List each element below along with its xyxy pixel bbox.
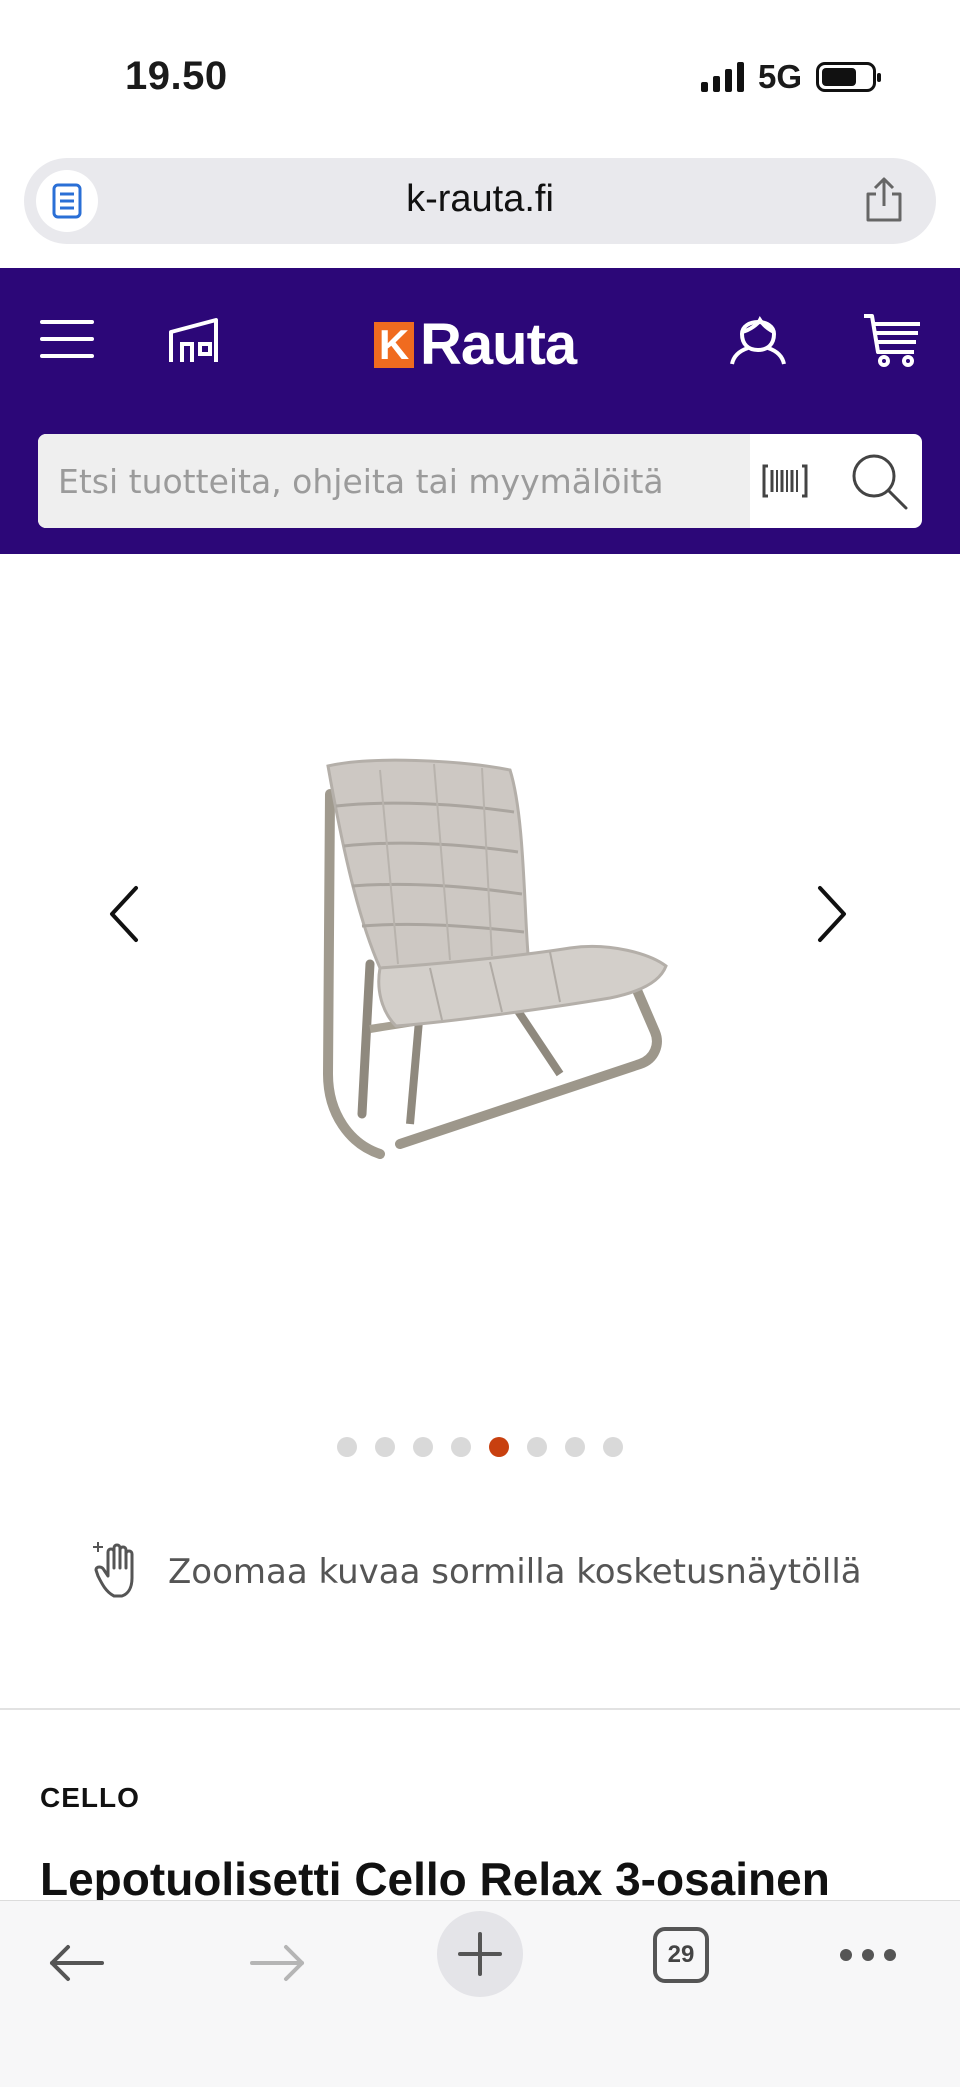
- search-bar: [38, 434, 922, 528]
- chevron-right-icon[interactable]: [816, 884, 848, 949]
- section-divider: [0, 1708, 960, 1710]
- gallery-dot[interactable]: [451, 1437, 471, 1457]
- more-menu-icon[interactable]: [840, 1949, 896, 1961]
- gallery-dot[interactable]: [337, 1437, 357, 1457]
- network-label: 5G: [757, 58, 802, 95]
- search-icon[interactable]: [850, 452, 910, 517]
- url-bar[interactable]: k-rauta.fi: [24, 158, 936, 244]
- menu-icon[interactable]: [40, 318, 94, 365]
- gallery-dot[interactable]: [527, 1437, 547, 1457]
- site-header: K Rauta: [0, 268, 960, 554]
- signal-icon: [700, 62, 744, 92]
- zoom-hint: Zoomaa kuvaa sormilla kosketusnäytöllä: [92, 1538, 862, 1605]
- chevron-left-icon[interactable]: [108, 884, 140, 949]
- product-image[interactable]: [310, 754, 690, 1179]
- plus-icon: [458, 1932, 502, 1976]
- gallery-dot[interactable]: [565, 1437, 585, 1457]
- gallery-dot[interactable]: [375, 1437, 395, 1457]
- status-bar: 19.50 5G: [0, 0, 960, 150]
- barcode-icon[interactable]: [762, 462, 808, 505]
- product-title: Lepotuolisetti Cello Relax 3-osainen: [40, 1853, 830, 1905]
- logo-text: Rauta: [420, 312, 577, 377]
- k-rauta-logo[interactable]: K Rauta: [374, 312, 577, 377]
- new-tab-button[interactable]: [437, 1911, 523, 1997]
- account-icon[interactable]: [728, 310, 788, 371]
- status-indicators: 5G: [700, 58, 881, 96]
- product-gallery: [0, 554, 960, 1484]
- logo-k: K: [374, 322, 414, 368]
- touch-zoom-icon: [92, 1538, 148, 1605]
- store-icon[interactable]: [168, 316, 224, 369]
- battery-icon: [816, 62, 881, 92]
- url-text[interactable]: k-rauta.fi: [24, 178, 936, 221]
- back-arrow-icon[interactable]: [46, 1943, 106, 1988]
- gallery-dot[interactable]: [413, 1437, 433, 1457]
- product-brand[interactable]: CELLO: [40, 1782, 140, 1814]
- cart-icon[interactable]: [862, 312, 922, 373]
- zoom-hint-text: Zoomaa kuvaa sormilla kosketusnäytöllä: [168, 1551, 862, 1592]
- browser-toolbar: 29: [0, 1900, 960, 2087]
- tabs-button[interactable]: 29: [653, 1927, 709, 1983]
- gallery-dot[interactable]: [603, 1437, 623, 1457]
- gallery-pagination: [0, 1437, 960, 1457]
- gallery-dot-active[interactable]: [489, 1437, 509, 1457]
- search-input[interactable]: [38, 434, 750, 528]
- status-time: 19.50: [125, 54, 228, 98]
- forward-arrow-icon[interactable]: [248, 1943, 308, 1988]
- share-icon[interactable]: [862, 176, 906, 229]
